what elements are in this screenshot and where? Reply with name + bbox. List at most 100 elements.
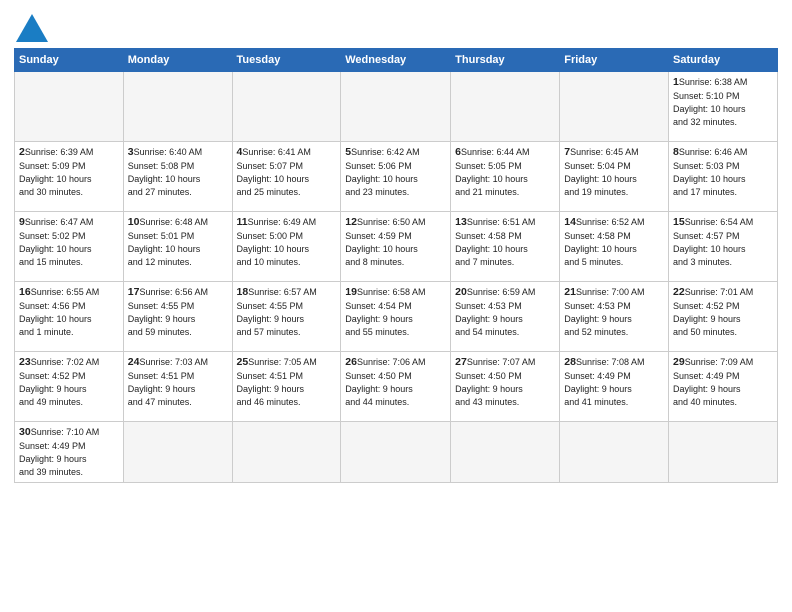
day-info: Sunset: 5:10 PM [673,91,740,101]
day-number: 14 [564,216,576,228]
calendar-cell: 26Sunrise: 7:06 AMSunset: 4:50 PMDayligh… [341,352,451,422]
day-info: and 54 minutes. [455,327,519,337]
cell-content: 21Sunrise: 7:00 AMSunset: 4:53 PMDayligh… [564,285,664,339]
day-info: Sunset: 4:50 PM [455,371,522,381]
day-info: Daylight: 9 hours [345,314,413,324]
day-info: Daylight: 9 hours [673,384,741,394]
calendar-cell: 20Sunrise: 6:59 AMSunset: 4:53 PMDayligh… [451,282,560,352]
logo [14,14,48,42]
day-info: and 43 minutes. [455,397,519,407]
calendar-cell [123,72,232,142]
day-info: and 49 minutes. [19,397,83,407]
cell-content: 8Sunrise: 6:46 AMSunset: 5:03 PMDaylight… [673,145,773,199]
calendar-cell: 21Sunrise: 7:00 AMSunset: 4:53 PMDayligh… [560,282,669,352]
week-row-3: 9Sunrise: 6:47 AMSunset: 5:02 PMDaylight… [15,212,778,282]
day-number: 27 [455,356,467,368]
calendar-cell [341,72,451,142]
day-info: Sunrise: 6:52 AM [576,217,645,227]
header-row: SundayMondayTuesdayWednesdayThursdayFrid… [15,49,778,72]
day-info: Sunset: 4:49 PM [19,441,86,451]
day-number: 20 [455,286,467,298]
cell-content: 11Sunrise: 6:49 AMSunset: 5:00 PMDayligh… [237,215,337,269]
calendar-cell: 24Sunrise: 7:03 AMSunset: 4:51 PMDayligh… [123,352,232,422]
day-info: and 17 minutes. [673,187,737,197]
day-number: 24 [128,356,140,368]
column-header-tuesday: Tuesday [232,49,341,72]
calendar-table: SundayMondayTuesdayWednesdayThursdayFrid… [14,48,778,483]
calendar-cell [451,72,560,142]
day-info: Daylight: 10 hours [19,314,92,324]
day-info: Sunrise: 6:47 AM [25,217,94,227]
cell-content: 17Sunrise: 6:56 AMSunset: 4:55 PMDayligh… [128,285,228,339]
day-info: Sunset: 4:55 PM [237,301,304,311]
day-info: Sunrise: 6:41 AM [242,147,311,157]
day-info: Daylight: 9 hours [128,314,196,324]
cell-content: 10Sunrise: 6:48 AMSunset: 5:01 PMDayligh… [128,215,228,269]
day-info: Daylight: 9 hours [564,314,632,324]
day-info: Sunrise: 6:48 AM [139,217,208,227]
logo-triangle-icon [16,14,48,42]
day-info: Sunset: 5:00 PM [237,231,304,241]
day-info: Sunrise: 6:58 AM [357,287,426,297]
day-info: Daylight: 10 hours [345,244,418,254]
calendar-cell: 17Sunrise: 6:56 AMSunset: 4:55 PMDayligh… [123,282,232,352]
cell-content: 7Sunrise: 6:45 AMSunset: 5:04 PMDaylight… [564,145,664,199]
day-info: and 25 minutes. [237,187,301,197]
header [14,10,778,42]
day-info: Daylight: 10 hours [673,174,746,184]
day-info: Sunrise: 7:02 AM [31,357,100,367]
day-info: Sunrise: 6:59 AM [467,287,536,297]
day-info: Sunrise: 6:39 AM [25,147,94,157]
day-info: Daylight: 9 hours [237,384,305,394]
day-info: and 3 minutes. [673,257,732,267]
day-info: Sunrise: 6:54 AM [685,217,754,227]
day-info: Daylight: 10 hours [673,244,746,254]
day-info: and 47 minutes. [128,397,192,407]
day-number: 25 [237,356,249,368]
day-info: Sunset: 4:59 PM [345,231,412,241]
day-info: Daylight: 10 hours [455,244,528,254]
day-info: Sunrise: 6:40 AM [134,147,203,157]
calendar-cell: 27Sunrise: 7:07 AMSunset: 4:50 PMDayligh… [451,352,560,422]
day-info: Sunset: 4:51 PM [237,371,304,381]
day-info: Sunrise: 7:05 AM [248,357,317,367]
day-info: Sunrise: 7:09 AM [685,357,754,367]
day-info: Daylight: 10 hours [564,174,637,184]
calendar-cell: 11Sunrise: 6:49 AMSunset: 5:00 PMDayligh… [232,212,341,282]
day-info: Sunrise: 7:06 AM [357,357,426,367]
calendar-cell: 5Sunrise: 6:42 AMSunset: 5:06 PMDaylight… [341,142,451,212]
day-info: Sunset: 4:50 PM [345,371,412,381]
week-row-5: 23Sunrise: 7:02 AMSunset: 4:52 PMDayligh… [15,352,778,422]
day-info: Daylight: 10 hours [128,244,201,254]
calendar-body: 1Sunrise: 6:38 AMSunset: 5:10 PMDaylight… [15,72,778,483]
day-info: Sunrise: 7:07 AM [467,357,536,367]
column-header-saturday: Saturday [669,49,778,72]
day-number: 21 [564,286,576,298]
day-info: Daylight: 10 hours [237,174,310,184]
day-info: Daylight: 9 hours [19,454,87,464]
day-info: Sunrise: 6:55 AM [31,287,100,297]
day-info: and 30 minutes. [19,187,83,197]
calendar-cell [669,422,778,483]
day-info: and 8 minutes. [345,257,404,267]
day-info: and 21 minutes. [455,187,519,197]
day-info: Sunset: 5:02 PM [19,231,86,241]
cell-content: 27Sunrise: 7:07 AMSunset: 4:50 PMDayligh… [455,355,555,409]
day-info: Sunrise: 6:57 AM [248,287,317,297]
day-info: and 41 minutes. [564,397,628,407]
calendar-cell: 12Sunrise: 6:50 AMSunset: 4:59 PMDayligh… [341,212,451,282]
cell-content: 30Sunrise: 7:10 AMSunset: 4:49 PMDayligh… [19,425,119,479]
calendar-cell: 15Sunrise: 6:54 AMSunset: 4:57 PMDayligh… [669,212,778,282]
day-info: Sunrise: 6:49 AM [248,217,317,227]
day-info: Sunrise: 6:44 AM [461,147,530,157]
day-info: and 15 minutes. [19,257,83,267]
day-number: 18 [237,286,249,298]
cell-content: 29Sunrise: 7:09 AMSunset: 4:49 PMDayligh… [673,355,773,409]
day-info: Sunset: 4:55 PM [128,301,195,311]
day-info: and 40 minutes. [673,397,737,407]
calendar-cell [451,422,560,483]
calendar-cell: 22Sunrise: 7:01 AMSunset: 4:52 PMDayligh… [669,282,778,352]
day-number: 23 [19,356,31,368]
day-info: and 10 minutes. [237,257,301,267]
day-info: and 12 minutes. [128,257,192,267]
